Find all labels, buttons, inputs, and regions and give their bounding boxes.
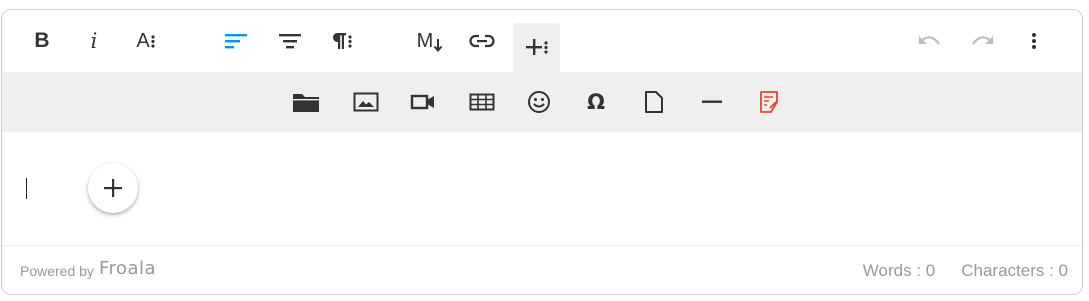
insert-table-button[interactable] [466, 88, 498, 116]
powered-by[interactable]: Powered by Froala [20, 258, 157, 281]
plus-more-icon [525, 38, 549, 56]
insert-link-button[interactable] [462, 22, 502, 60]
markdown-button[interactable]: M [410, 22, 450, 60]
editor-footer: Powered by Froala Words : 0 Characters :… [2, 245, 1082, 294]
vertical-dots-icon [1032, 33, 1036, 49]
word-count: Words : 0 [862, 261, 936, 280]
smiley-icon [528, 91, 550, 113]
undo-button[interactable] [910, 22, 950, 60]
insert-files-button[interactable] [290, 88, 322, 116]
more-paragraph-button[interactable] [322, 22, 362, 60]
document-edit-icon [760, 91, 778, 113]
markdown-icon: M [417, 30, 444, 53]
omega-icon: Ω [587, 90, 605, 114]
insert-video-button[interactable] [407, 88, 439, 116]
froala-logo: Froala [98, 258, 157, 279]
character-count: Characters : 0 [961, 261, 1068, 280]
image-icon [353, 92, 379, 112]
more-rich-button[interactable] [513, 23, 560, 72]
table-icon [469, 93, 495, 111]
emoticons-button[interactable] [523, 88, 555, 116]
special-characters-button[interactable]: Ω [580, 88, 612, 116]
bold-button[interactable]: B [22, 22, 62, 60]
bold-icon: B [34, 29, 50, 52]
video-icon [410, 94, 434, 110]
powered-by-label: Powered by [20, 262, 94, 279]
embedly-button[interactable] [753, 88, 785, 116]
paragraph-format-button[interactable] [270, 22, 310, 60]
editor-content[interactable] [2, 132, 1082, 245]
quick-insert-button[interactable] [88, 163, 138, 213]
main-toolbar: B i A M [2, 10, 1082, 72]
link-icon [469, 34, 495, 48]
paragraph-more-icon [331, 31, 353, 51]
rich-text-editor: B i A M Ω Powered by Froala Words: 0 Ch… [1, 9, 1083, 295]
redo-button[interactable] [962, 22, 1002, 60]
insert-file-button[interactable] [638, 88, 670, 116]
more-text-button[interactable]: A [126, 22, 166, 60]
undo-icon [919, 36, 940, 45]
more-rich-toolbar: Ω [2, 72, 1082, 132]
counters: Words : 0 Characters : 0 [863, 261, 1068, 281]
italic-button[interactable]: i [74, 22, 114, 60]
redo-icon [972, 36, 993, 45]
folder-icon [293, 94, 319, 112]
align-button[interactable] [216, 22, 256, 60]
insert-hr-button[interactable] [696, 88, 728, 116]
text-caret [26, 178, 27, 199]
font-size-more-icon: A [136, 30, 155, 53]
horizontal-line-icon [702, 100, 722, 103]
align-left-icon [225, 34, 247, 49]
align-center-icon [279, 34, 301, 49]
insert-image-button[interactable] [350, 88, 382, 116]
italic-icon: i [90, 29, 98, 53]
file-icon [645, 91, 663, 113]
plus-icon [104, 179, 122, 197]
more-misc-button[interactable] [1014, 22, 1054, 60]
